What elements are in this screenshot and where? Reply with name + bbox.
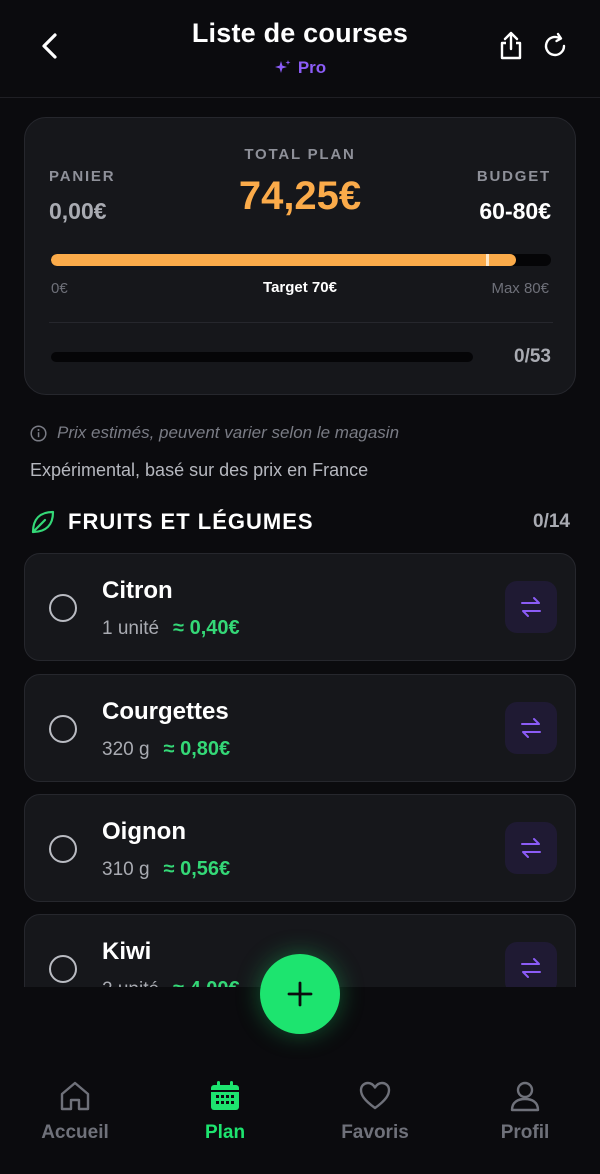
- item-quantity: 1 unité: [102, 618, 160, 639]
- heart-icon: [359, 1081, 391, 1110]
- price-note-text: Prix estimés, peuvent varier selon le ma…: [57, 423, 400, 442]
- nav-profil[interactable]: Profil: [465, 1078, 585, 1144]
- item-price: ≈ 4,00€: [173, 978, 240, 987]
- list-item: Oignon 310 g ≈ 0,56€: [24, 794, 576, 902]
- item-quantity: 320 g: [102, 739, 150, 760]
- item-checkbox[interactable]: [49, 594, 77, 622]
- nav-accueil[interactable]: Accueil: [15, 1078, 135, 1144]
- item-name: Kiwi: [102, 938, 152, 965]
- swap-button[interactable]: [505, 702, 557, 754]
- add-item-button[interactable]: [260, 954, 340, 1034]
- swap-icon: [521, 597, 541, 617]
- checked-count: 0/53: [514, 346, 551, 367]
- swap-button[interactable]: [505, 581, 557, 633]
- swap-button[interactable]: [505, 822, 557, 874]
- list-item: Courgettes 320 g ≈ 0,80€: [24, 674, 576, 782]
- item-price: ≈ 0,56€: [163, 858, 231, 880]
- pro-label: Pro: [297, 58, 327, 77]
- price-note: Prix estimés, peuvent varier selon le ma…: [30, 423, 399, 443]
- item-price: ≈ 0,40€: [173, 617, 240, 639]
- item-details: 2 unité ≈ 4,00€: [102, 978, 240, 987]
- swap-icon: [521, 958, 541, 978]
- total-plan-label: TOTAL PLAN: [244, 146, 356, 163]
- item-details: 1 unité ≈ 0,40€: [102, 617, 240, 640]
- nav-label: Plan: [204, 1122, 246, 1143]
- budget-value: 60-80€: [479, 198, 551, 224]
- swap-button[interactable]: [505, 942, 557, 987]
- nav-label: Favoris: [341, 1122, 409, 1143]
- budget-summary-card: PANIER 0,00€ TOTAL PLAN 74,25€ BUDGET 60…: [24, 117, 576, 395]
- item-name: Courgettes: [102, 698, 229, 725]
- user-icon: [510, 1081, 540, 1112]
- nav-favoris[interactable]: Favoris: [315, 1078, 435, 1144]
- experimental-note: Expérimental, basé sur des prix en Franc…: [30, 460, 369, 480]
- item-name: Oignon: [102, 818, 186, 845]
- budget-progress-bar: [51, 254, 551, 266]
- section-header-fruits: FRUITS ET LÉGUMES 0/14: [30, 506, 570, 538]
- nav-label: Profil: [500, 1122, 550, 1143]
- swap-icon: [521, 838, 541, 858]
- bar-max-label: Max 80€: [491, 280, 549, 297]
- top-bar: Liste de courses Pro: [0, 0, 600, 98]
- checked-progress-bar: [51, 352, 473, 362]
- target-marker: [486, 254, 489, 266]
- divider: [49, 322, 553, 323]
- leaf-icon: [31, 510, 55, 534]
- grocery-list: Citron 1 unité ≈ 0,40€ Courgettes 320 g ≈ …: [0, 553, 600, 987]
- list-item: Citron 1 unité ≈ 0,40€: [24, 553, 576, 661]
- item-quantity: 2 unité: [102, 979, 159, 987]
- nav-plan[interactable]: Plan: [165, 1078, 285, 1144]
- budget-label: BUDGET: [476, 168, 551, 185]
- refresh-icon: [544, 32, 566, 57]
- home-icon: [60, 1081, 90, 1111]
- refresh-button[interactable]: [538, 28, 572, 64]
- item-price: ≈ 0,80€: [163, 738, 231, 760]
- calendar-icon: [211, 1081, 239, 1110]
- item-checkbox[interactable]: [49, 955, 77, 983]
- info-icon: [30, 424, 47, 442]
- share-button[interactable]: [494, 28, 528, 64]
- plus-icon: [287, 981, 313, 1007]
- item-details: 310 g ≈ 0,56€: [102, 858, 230, 881]
- item-checkbox[interactable]: [49, 835, 77, 863]
- section-title: FRUITS ET LÉGUMES: [68, 509, 314, 534]
- nav-label: Accueil: [41, 1122, 109, 1143]
- share-icon: [500, 31, 522, 60]
- swap-icon: [521, 718, 541, 738]
- sparkle-icon: [274, 60, 291, 73]
- budget-progress-fill: [51, 254, 516, 266]
- item-details: 320 g ≈ 0,80€: [102, 738, 230, 761]
- item-checkbox[interactable]: [49, 715, 77, 743]
- item-name: Citron: [102, 577, 173, 604]
- item-quantity: 310 g: [102, 859, 150, 880]
- section-count: 0/14: [533, 511, 570, 532]
